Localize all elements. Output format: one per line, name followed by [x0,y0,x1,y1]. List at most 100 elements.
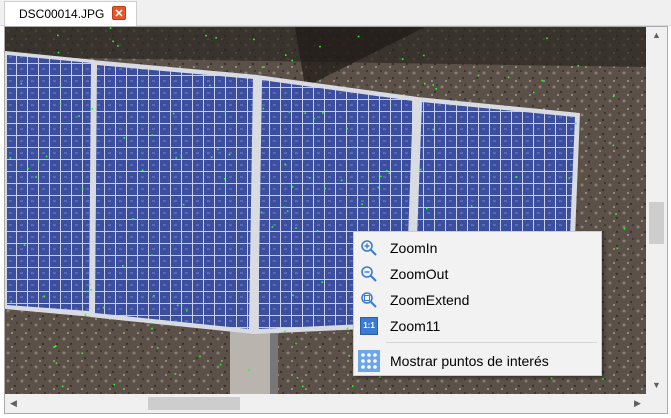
interest-point [27,167,29,170]
interest-point [261,66,264,69]
menu-item-zoom-in[interactable]: ZoomIn [356,235,599,261]
menu-item-label: ZoomExtend [390,292,470,308]
menu-item-zoom-out[interactable]: ZoomOut [356,261,599,287]
interest-point [9,157,12,159]
menu-separator [386,342,597,343]
interest-point [112,40,114,43]
tab-label: DSC00014.JPG [19,7,105,21]
interest-point [248,369,250,371]
interest-point [284,330,286,333]
interest-point [340,179,343,182]
interest-point [296,377,299,379]
menu-item-zoom-11[interactable]: 1:1 Zoom11 [356,313,599,339]
vertical-scroll-thumb[interactable] [649,202,664,244]
interest-point [515,176,518,178]
scroll-up-arrow-icon[interactable]: ▲ [646,27,667,44]
menu-item-label: ZoomIn [390,240,438,256]
interest-point [174,373,177,375]
interest-point [199,355,201,358]
interest-point [435,88,438,90]
interest-point [175,157,177,159]
interest-point [470,205,473,207]
interest-point [533,91,535,94]
interest-point [568,177,571,180]
scroll-down-arrow-icon[interactable]: ▼ [646,377,667,394]
tab-strip: DSC00014.JPG ✕ [0,0,671,26]
menu-item-label: Zoom11 [390,318,441,334]
zoom-in-icon [360,239,378,257]
interest-point [176,304,179,307]
interest-point [379,175,382,178]
interest-point [309,177,311,179]
menu-item-label: ZoomOut [390,266,449,282]
tab-dsc00014[interactable]: DSC00014.JPG ✕ [4,1,137,26]
interest-point [612,144,615,147]
interest-point [253,38,255,41]
interest-point [612,95,615,98]
panel-2 [90,60,258,334]
interest-point [43,295,46,297]
interest-point [361,203,363,205]
interest-point [288,111,290,113]
interest-point [132,218,134,220]
interest-point [223,178,226,180]
menu-item-label: Mostrar puntos de interés [390,353,549,369]
interest-point [20,82,23,85]
interest-point [81,352,84,354]
interest-point [185,309,188,312]
interest-point [507,76,510,79]
interest-point [304,112,306,114]
interest-point [61,385,64,388]
interest-point [346,327,349,330]
interest-point [302,385,304,388]
interest-point [10,300,12,303]
interest-point [388,172,391,174]
interest-point [615,213,617,215]
menu-item-zoom-extend[interactable]: ZoomExtend [356,287,599,313]
interest-point [426,207,428,210]
interest-point [151,327,153,330]
interest-point [379,376,381,378]
interest-point [386,170,388,172]
interest-point [401,58,404,60]
scrollbar-corner [646,394,667,413]
zoom-extend-icon [360,291,378,309]
interest-point [151,254,153,256]
interest-point [156,347,159,349]
interest-point [217,148,219,151]
interest-point [260,211,263,214]
interest-point [23,244,26,246]
points-grid-icon [358,350,380,372]
interest-point [541,79,543,82]
interest-point [123,137,126,139]
interest-point [419,168,422,171]
interest-point [271,226,274,228]
vertical-scrollbar[interactable]: ▲ ▼ [646,27,667,394]
interest-point [477,74,480,77]
horizontal-scrollbar[interactable]: ◀ ▶ [5,394,646,413]
close-icon[interactable]: ✕ [112,6,126,20]
interest-point [623,227,626,230]
interest-point [602,378,604,380]
scroll-right-arrow-icon[interactable]: ▶ [629,394,646,413]
zoom-out-icon [360,265,378,283]
interest-point [346,128,348,130]
interest-point [357,35,360,38]
interest-point [90,289,92,291]
interest-point [262,107,265,110]
interest-point [180,154,183,157]
menu-item-show-interest-points[interactable]: Mostrar puntos de interés [356,348,599,374]
interest-point [91,108,94,110]
interest-point [85,290,88,293]
scroll-left-arrow-icon[interactable]: ◀ [5,394,22,413]
interest-point [432,84,434,86]
interest-point [57,51,60,54]
zoom-1-1-icon: 1:1 [360,317,378,335]
interest-point [228,153,231,156]
interest-point [577,65,580,67]
interest-point [291,59,293,62]
interest-point [37,160,40,163]
interest-point [45,155,48,158]
interest-point [153,294,155,297]
horizontal-scroll-thumb[interactable] [148,397,240,410]
